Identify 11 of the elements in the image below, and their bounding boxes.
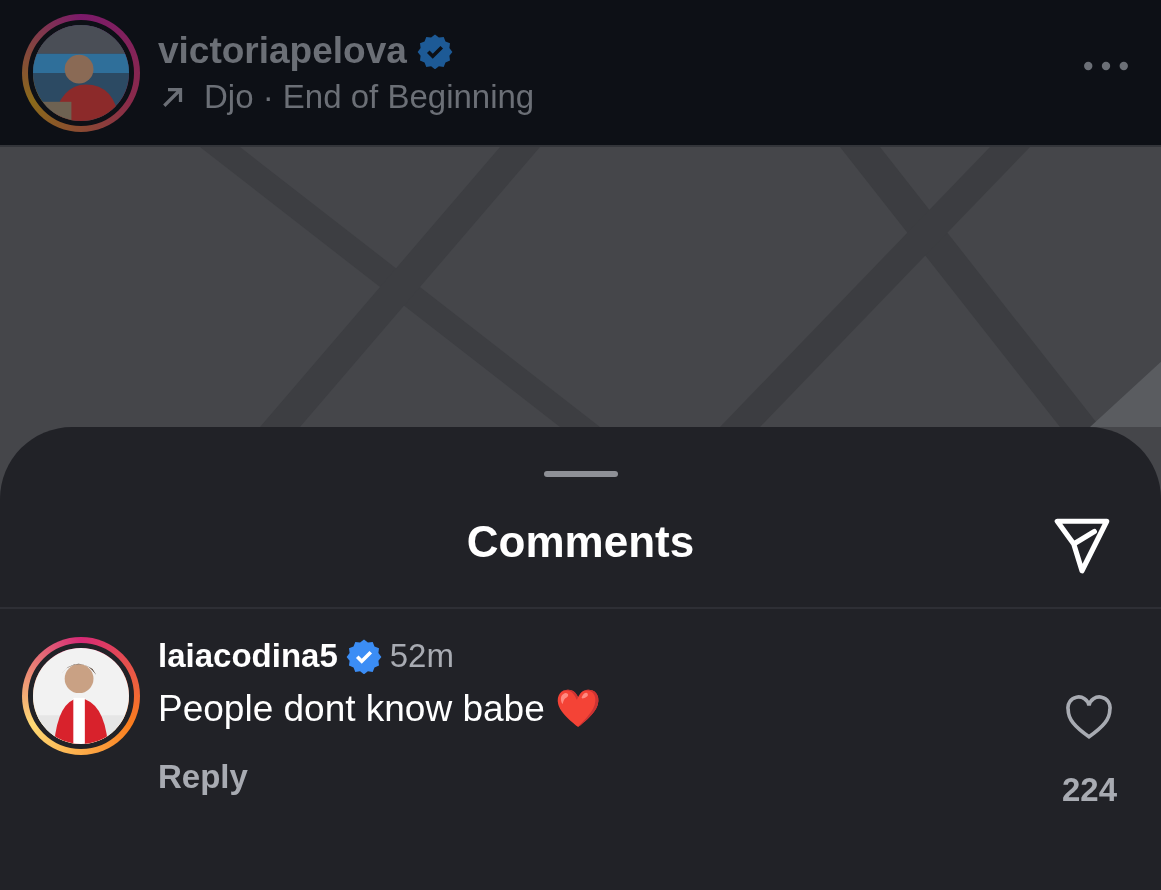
drag-handle[interactable] <box>543 471 618 477</box>
username[interactable]: victoriapelova <box>158 29 407 72</box>
comment-text: People dont know babe ❤ <box>158 687 602 730</box>
comment-time: 52m <box>389 637 454 675</box>
sheet-title: Comments <box>466 517 695 567</box>
music-label[interactable]: Djo · End of Beginning <box>204 77 535 116</box>
reply-button[interactable]: Reply <box>158 758 248 796</box>
like-icon[interactable] <box>1064 695 1115 741</box>
like-count: 224 <box>1061 771 1117 809</box>
comment-username[interactable]: laiacodina5 <box>158 637 338 675</box>
more-icon[interactable] <box>1083 60 1129 72</box>
